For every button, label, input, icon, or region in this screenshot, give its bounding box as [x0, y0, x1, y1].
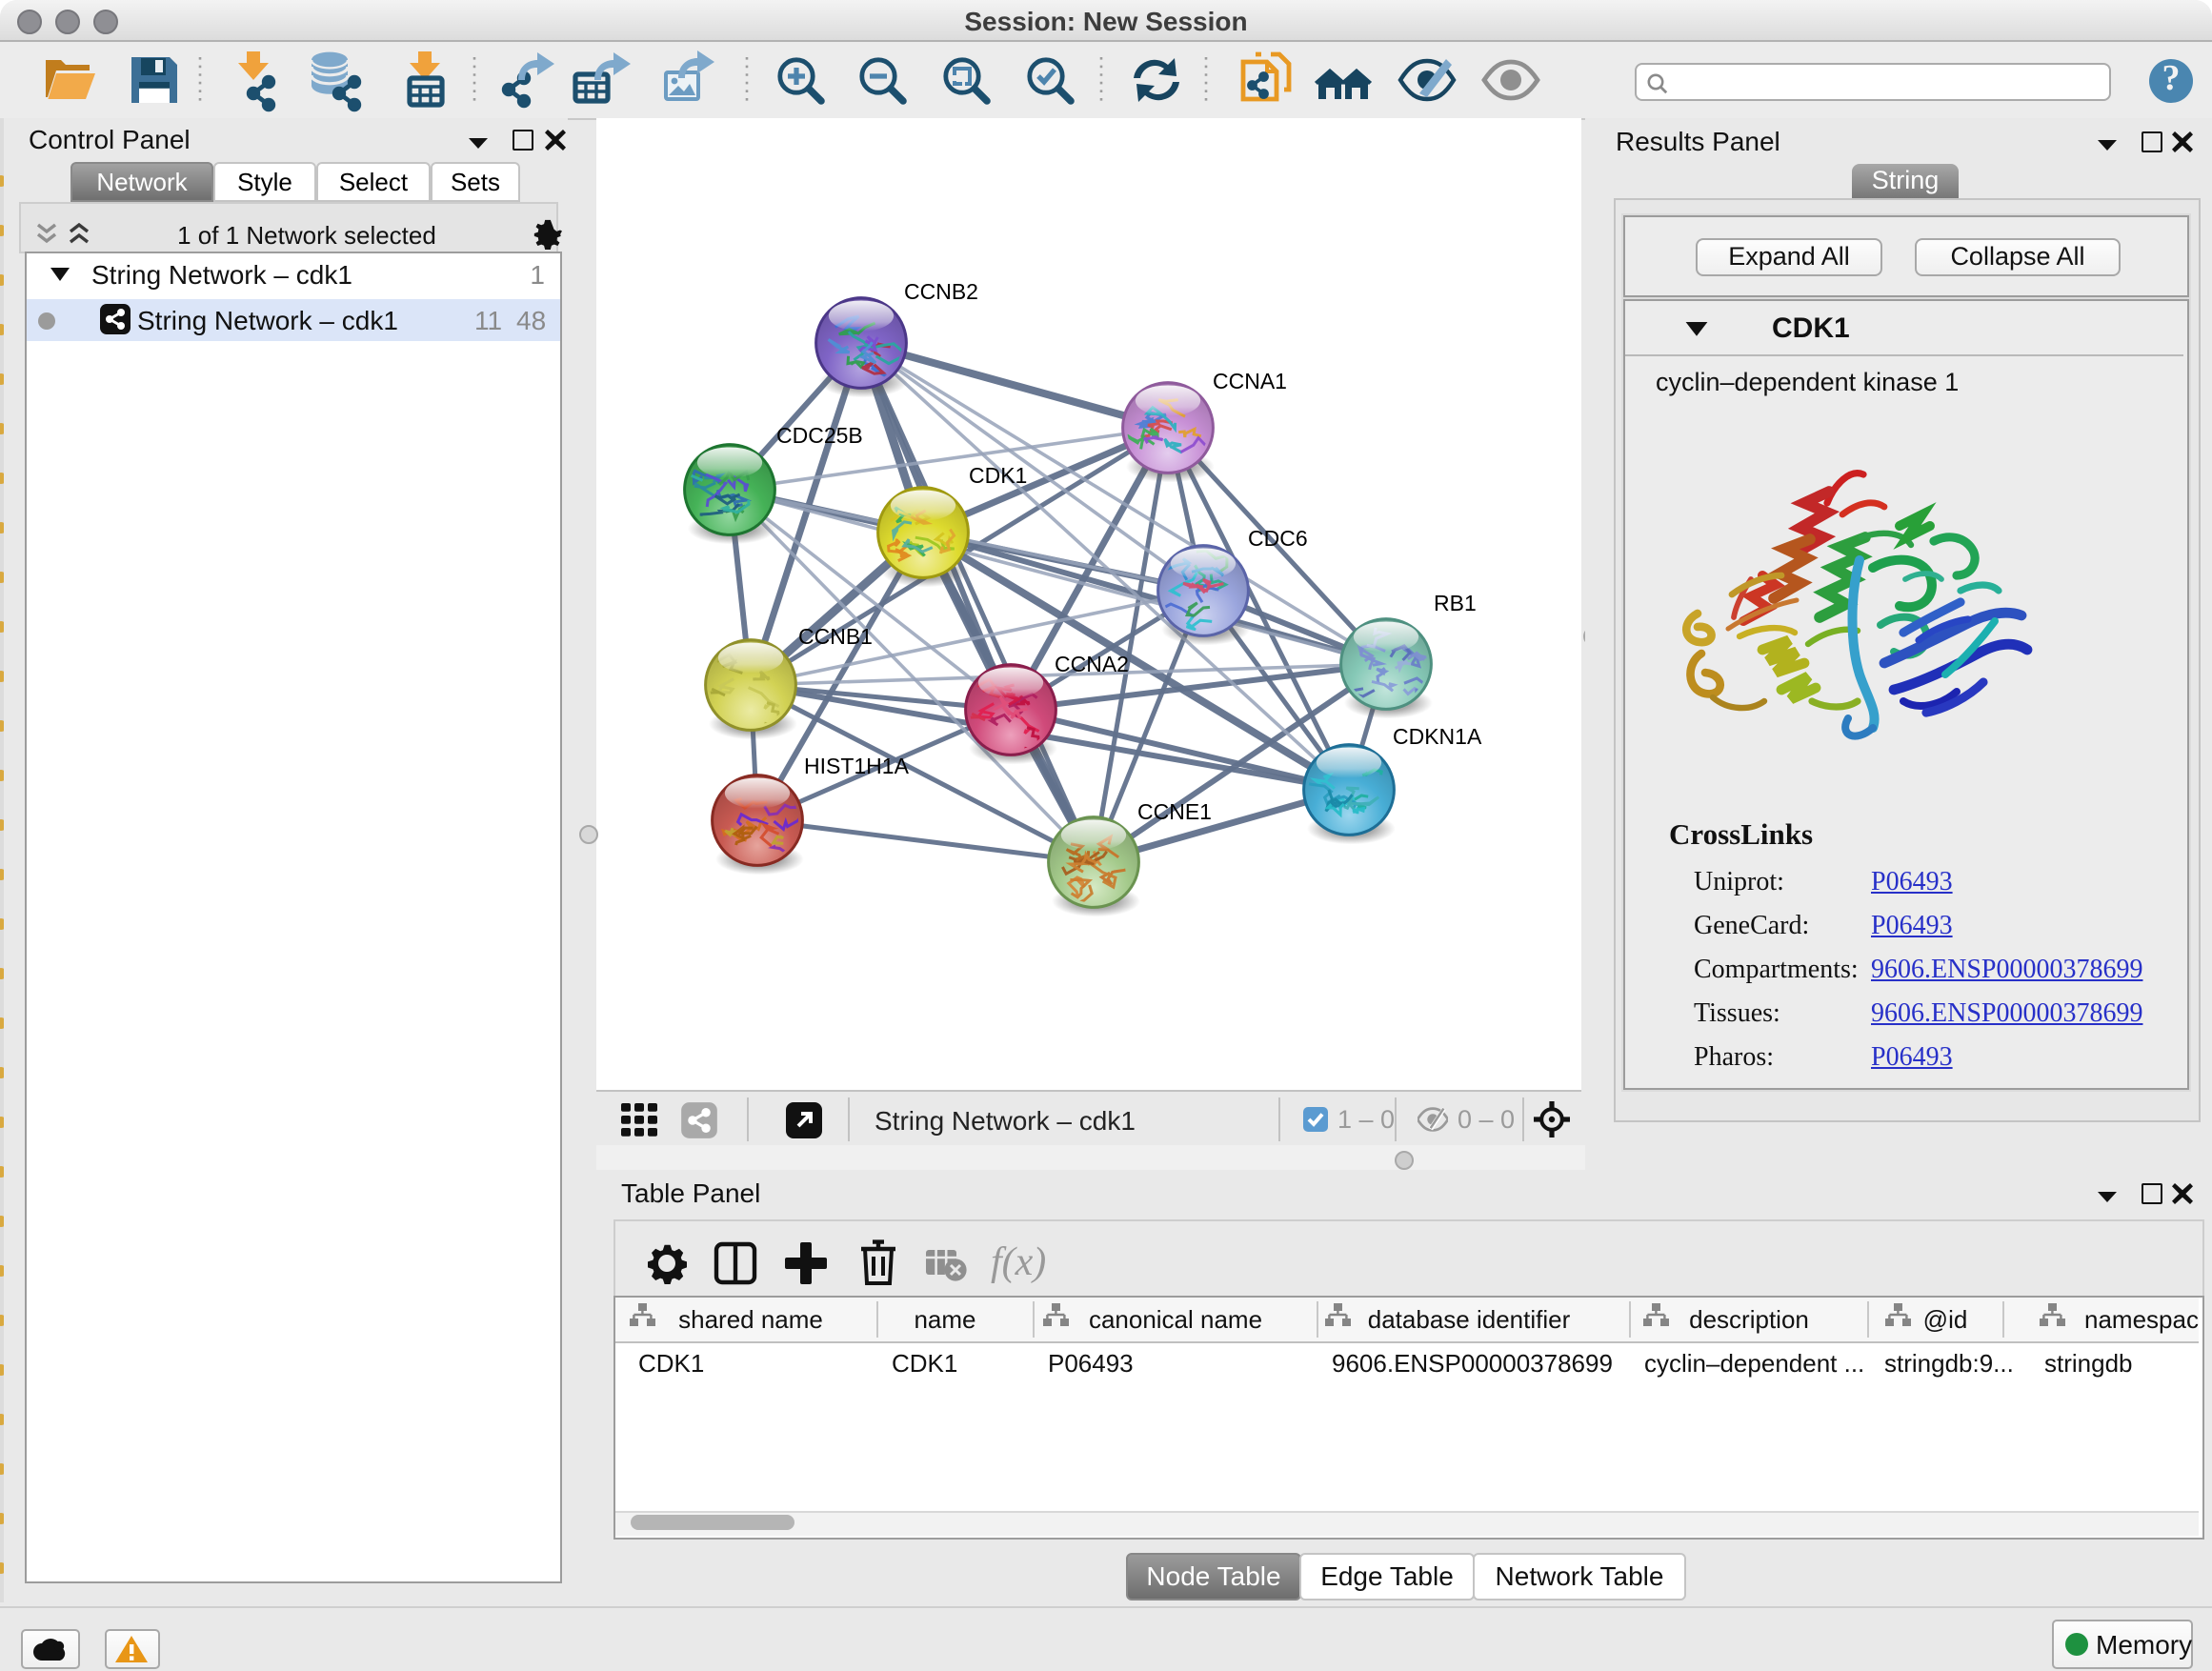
svg-text:HIST1H1A: HIST1H1A [804, 754, 910, 778]
svg-text:CCNA1: CCNA1 [1213, 369, 1287, 393]
svg-text:CCNB2: CCNB2 [904, 279, 978, 304]
svg-text:canonical name: canonical name [1089, 1305, 1262, 1334]
svg-text:database identifier: database identifier [1368, 1305, 1571, 1334]
svg-text:@id: @id [1923, 1305, 1968, 1334]
svg-text:shared name: shared name [678, 1305, 823, 1334]
svg-text:f(x): f(x) [991, 1240, 1046, 1284]
svg-text:name: name [914, 1305, 975, 1334]
svg-text:CDC6: CDC6 [1248, 526, 1308, 551]
svg-text:CCNB1: CCNB1 [798, 624, 873, 649]
svg-text:CDKN1A: CDKN1A [1393, 724, 1482, 749]
svg-text:CDC25B: CDC25B [776, 423, 863, 448]
svg-text:RB1: RB1 [1434, 591, 1477, 615]
svg-text:namespac: namespac [2084, 1305, 2199, 1334]
svg-text:CCNE1: CCNE1 [1137, 799, 1212, 824]
svg-text:CCNA2: CCNA2 [1055, 652, 1129, 676]
svg-text:description: description [1689, 1305, 1809, 1334]
svg-text:CDK1: CDK1 [969, 463, 1027, 488]
